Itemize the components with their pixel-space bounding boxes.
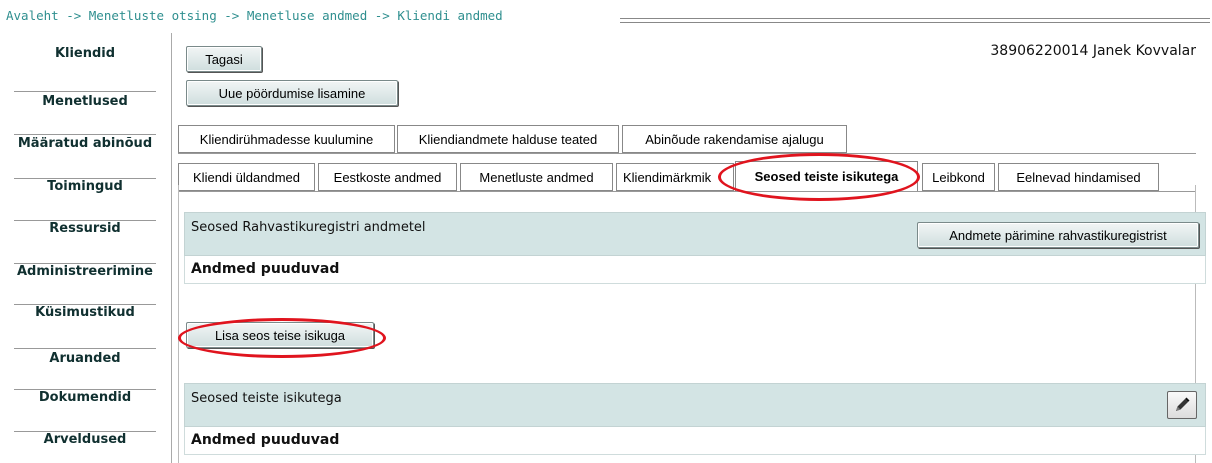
- breadcrumb-text[interactable]: Avaleht -> Menetluste otsing -> Menetlus…: [6, 8, 506, 23]
- empty-message: Andmed puuduvad: [191, 261, 340, 277]
- sidebar-item-menetlused[interactable]: Menetlused: [0, 78, 170, 120]
- breadcrumb-rule: [620, 18, 1210, 23]
- panel-header: Seosed teiste isikutega: [184, 383, 1206, 427]
- sidebar-item-aruanded[interactable]: Aruanded: [0, 327, 170, 369]
- sidebar-item-kusimustikud[interactable]: Küsimustikud: [0, 285, 170, 327]
- panel-body: Andmed puuduvad: [184, 427, 1206, 455]
- sidebar-divider: [171, 33, 172, 463]
- sidebar-item-label[interactable]: Küsimustikud: [32, 305, 138, 320]
- sidebar-item-label[interactable]: Menetlused: [39, 93, 131, 109]
- edit-button[interactable]: [1167, 391, 1197, 419]
- sidebar-item-administreerimine[interactable]: Administreerimine: [0, 244, 170, 286]
- query-registry-button[interactable]: Andmete pärimine rahvastikuregistrist: [917, 222, 1199, 248]
- sidebar-item-label[interactable]: Aruanded: [46, 350, 124, 366]
- tab-halduse-teated[interactable]: Kliendiandmete halduse teated: [397, 125, 619, 153]
- pencil-icon: [1176, 397, 1190, 411]
- breadcrumb: Avaleht -> Menetluste otsing -> Menetlus…: [0, 0, 1212, 30]
- client-id-name: 38906220014 Janek Kovvalar: [990, 43, 1196, 59]
- sidebar-item-label[interactable]: Toimingud: [44, 178, 126, 194]
- sidebar-item-label[interactable]: Dokumendid: [35, 390, 135, 405]
- panel-header: Seosed Rahvastikuregistri andmetel Andme…: [184, 212, 1206, 256]
- panel-title: Seosed teiste isikutega: [191, 391, 342, 406]
- panel-body: Andmed puuduvad: [184, 256, 1206, 284]
- sidebar-item-ressursid[interactable]: Ressursid: [0, 202, 170, 244]
- sidebar-item-label[interactable]: Arveldused: [40, 431, 130, 447]
- person-relations-panel: Seosed teiste isikutega Andmed puuduvad: [184, 383, 1206, 455]
- panel-title: Seosed Rahvastikuregistri andmetel: [191, 220, 426, 235]
- sidebar-item-label[interactable]: Administreerimine: [13, 263, 157, 279]
- sidebar-item-label[interactable]: Määratud abinõud: [14, 136, 156, 151]
- sidebar-item-label[interactable]: Ressursid: [46, 221, 124, 236]
- back-button[interactable]: Tagasi: [186, 46, 262, 72]
- empty-message: Andmed puuduvad: [191, 432, 340, 448]
- add-request-button[interactable]: Uue pöördumise lisamine: [186, 80, 398, 106]
- sidebar-item-label[interactable]: Kliendid: [51, 46, 119, 61]
- sidebar-item-maaratud-abinoud[interactable]: Määratud abinõud: [0, 119, 170, 161]
- sidebar-item-arveldused[interactable]: Arveldused: [0, 410, 170, 452]
- add-relation-button[interactable]: Lisa seos teise isikuga: [186, 322, 374, 348]
- registry-relations-panel: Seosed Rahvastikuregistri andmetel Andme…: [184, 212, 1206, 284]
- sidebar-item-dokumendid[interactable]: Dokumendid: [0, 368, 170, 410]
- tab-row-divider: [178, 153, 1196, 154]
- tab-abinoude-ajalugu[interactable]: Abinõude rakendamise ajalugu: [622, 125, 847, 153]
- sidebar-item-kliendid[interactable]: Kliendid: [0, 36, 170, 78]
- sidebar-item-toimingud[interactable]: Toimingud: [0, 161, 170, 203]
- sidebar: Kliendid Menetlused Määratud abinõud Toi…: [0, 36, 170, 451]
- tab-kliendiruhmad[interactable]: Kliendirühmadesse kuulumine: [178, 125, 395, 153]
